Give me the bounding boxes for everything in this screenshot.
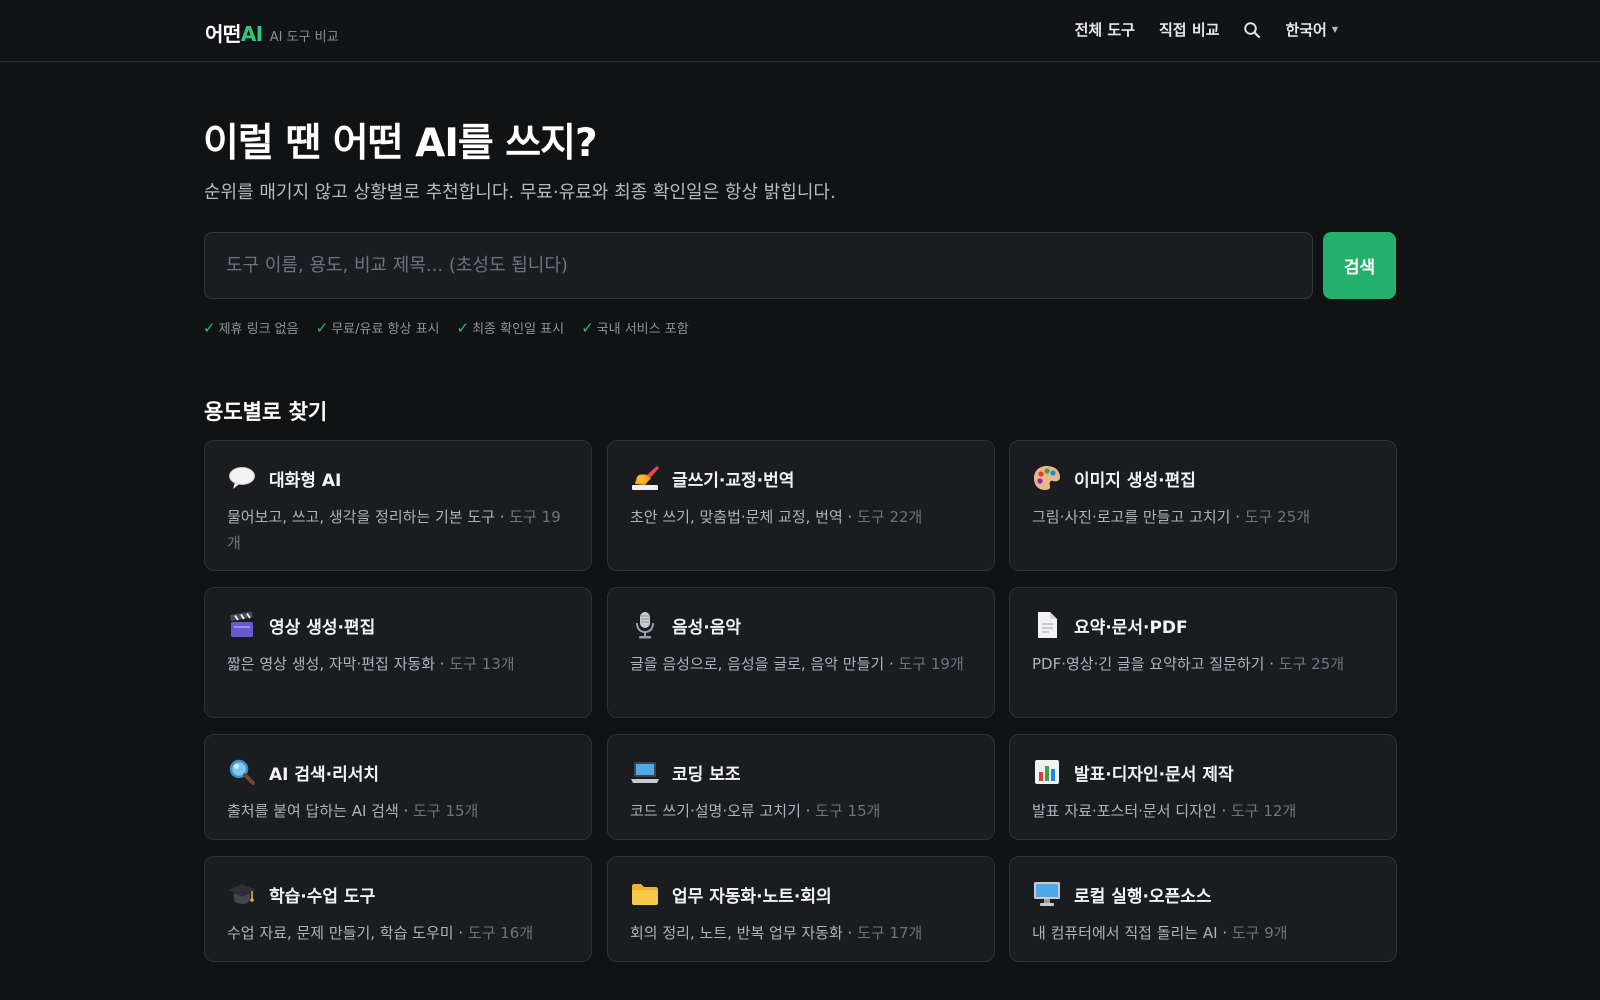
tool-count: 도구 9개 bbox=[1231, 924, 1288, 942]
category-description: 물어보고, 쓰고, 생각을 정리하는 기본 도구 · 도구 19개 bbox=[227, 508, 561, 552]
category-title: AI 검색·리서치 bbox=[269, 764, 380, 785]
section-title: 용도별로 찾기 bbox=[204, 400, 328, 424]
category-card-coding[interactable]: 코딩 보조 코드 쓰기·설명·오류 고치기 · 도구 15개 bbox=[607, 734, 995, 840]
document-icon bbox=[1032, 610, 1062, 640]
search-icon[interactable] bbox=[1243, 21, 1261, 39]
category-title: 대화형 AI bbox=[269, 470, 342, 491]
tool-count: 도구 25개 bbox=[1278, 655, 1345, 673]
tool-count: 도구 15개 bbox=[413, 802, 479, 820]
tool-count: 도구 25개 bbox=[1244, 508, 1311, 526]
top-navbar: 어떤AI AI 도구 비교 전체 도구 직접 비교 한국어 ▼ bbox=[0, 0, 1600, 62]
writing-hand-icon bbox=[630, 463, 660, 493]
trust-badge: ✓ 최종 확인일 표시 bbox=[456, 318, 565, 338]
language-label: 한국어 bbox=[1285, 21, 1327, 39]
category-description: 회의 정리, 노트, 반복 업무 자동화 · 도구 17개 bbox=[630, 924, 923, 942]
trust-badge: ✓ 무료/유료 항상 표시 bbox=[315, 318, 440, 338]
category-card-summary[interactable]: 요약·문서·PDF PDF·영상·긴 글을 요약하고 질문하기 · 도구 25개 bbox=[1009, 587, 1397, 718]
tool-count: 도구 22개 bbox=[857, 508, 923, 526]
category-description: 발표 자료·포스터·문서 디자인 · 도구 12개 bbox=[1032, 802, 1297, 820]
nav-all-tools[interactable]: 전체 도구 bbox=[1075, 19, 1135, 40]
graduation-cap-icon bbox=[227, 879, 257, 909]
category-card-writing[interactable]: 글쓰기·교정·번역 초안 쓰기, 맞춤법·문체 교정, 번역 · 도구 22개 bbox=[607, 440, 995, 571]
trust-badge: ✓ 제휴 링크 없음 bbox=[203, 318, 299, 338]
bar-chart-icon bbox=[1032, 757, 1062, 787]
search-input[interactable] bbox=[205, 233, 1312, 298]
logo-subtitle: AI 도구 비교 bbox=[269, 30, 339, 45]
category-title: 글쓰기·교정·번역 bbox=[672, 470, 795, 491]
tool-count: 도구 13개 bbox=[449, 655, 515, 673]
category-title: 코딩 보조 bbox=[672, 764, 741, 785]
page-title: 이럴 땐 어떤 AI를 쓰지? bbox=[203, 121, 598, 166]
category-card-automation[interactable]: 업무 자동화·노트·회의 회의 정리, 노트, 반복 업무 자동화 · 도구 1… bbox=[607, 856, 995, 962]
category-description: 짧은 영상 생성, 자막·편집 자동화 · 도구 13개 bbox=[227, 655, 515, 673]
nav-compare[interactable]: 직접 비교 bbox=[1159, 19, 1219, 40]
palette-icon bbox=[1032, 463, 1062, 493]
category-title: 요약·문서·PDF bbox=[1074, 617, 1188, 638]
page-subtitle: 순위를 매기지 않고 상황별로 추천합니다. 무료·유료와 최종 확인일은 항상… bbox=[204, 182, 836, 203]
check-icon: ✓ bbox=[456, 318, 470, 337]
category-title: 학습·수업 도구 bbox=[269, 886, 376, 907]
trust-badge: ✓ 국내 서비스 포함 bbox=[581, 318, 689, 338]
speech-bubble-icon bbox=[227, 463, 257, 493]
search-box bbox=[204, 232, 1313, 299]
tool-count: 도구 12개 bbox=[1231, 802, 1297, 820]
category-description: PDF·영상·긴 글을 요약하고 질문하기 · 도구 25개 bbox=[1032, 655, 1345, 673]
magnifier-icon bbox=[227, 757, 257, 787]
category-card-search[interactable]: AI 검색·리서치 출처를 붙여 답하는 AI 검색 · 도구 15개 bbox=[204, 734, 592, 840]
language-selector[interactable]: 한국어 ▼ bbox=[1285, 19, 1338, 40]
category-description: 그림·사진·로고를 만들고 고치기 · 도구 25개 bbox=[1032, 508, 1311, 526]
category-card-audio[interactable]: 음성·음악 글을 음성으로, 음성을 글로, 음악 만들기 · 도구 19개 bbox=[607, 587, 995, 718]
tool-count: 도구 15개 bbox=[815, 802, 881, 820]
category-title: 로컬 실행·오픈소스 bbox=[1074, 886, 1212, 907]
category-description: 내 컴퓨터에서 직접 돌리는 AI · 도구 9개 bbox=[1032, 924, 1288, 942]
tool-count: 도구 17개 bbox=[857, 924, 923, 942]
category-description: 글을 음성으로, 음성을 글로, 음악 만들기 · 도구 19개 bbox=[630, 655, 964, 673]
category-card-video[interactable]: 영상 생성·편집 짧은 영상 생성, 자막·편집 자동화 · 도구 13개 bbox=[204, 587, 592, 718]
category-description: 출처를 붙여 답하는 AI 검색 · 도구 15개 bbox=[227, 802, 479, 820]
caret-down-icon: ▼ bbox=[1331, 25, 1338, 34]
tool-count: 도구 19개 bbox=[898, 655, 964, 673]
folder-icon bbox=[630, 879, 660, 909]
main-nav: 전체 도구 직접 비교 한국어 ▼ bbox=[1075, 19, 1338, 40]
category-card-presentation[interactable]: 발표·디자인·문서 제작 발표 자료·포스터·문서 디자인 · 도구 12개 bbox=[1009, 734, 1397, 840]
category-description: 초안 쓰기, 맞춤법·문체 교정, 번역 · 도구 22개 bbox=[630, 508, 923, 526]
clapperboard-icon bbox=[227, 610, 257, 640]
site-logo[interactable]: 어떤AI AI 도구 비교 bbox=[205, 18, 339, 47]
category-card-image[interactable]: 이미지 생성·편집 그림·사진·로고를 만들고 고치기 · 도구 25개 bbox=[1009, 440, 1397, 571]
microphone-icon bbox=[630, 610, 660, 640]
category-description: 코드 쓰기·설명·오류 고치기 · 도구 15개 bbox=[630, 802, 881, 820]
category-card-learning[interactable]: 학습·수업 도구 수업 자료, 문제 만들기, 학습 도우미 · 도구 16개 bbox=[204, 856, 592, 962]
trust-badges: ✓ 제휴 링크 없음 ✓ 무료/유료 항상 표시 ✓ 최종 확인일 표시 ✓ 국내 서비… bbox=[203, 318, 689, 338]
category-title: 음성·음악 bbox=[672, 617, 742, 638]
category-title: 업무 자동화·노트·회의 bbox=[672, 886, 832, 907]
category-title: 이미지 생성·편집 bbox=[1074, 470, 1196, 491]
category-description: 수업 자료, 문제 만들기, 학습 도우미 · 도구 16개 bbox=[227, 924, 534, 942]
category-title: 영상 생성·편집 bbox=[269, 617, 376, 638]
category-title: 발표·디자인·문서 제작 bbox=[1074, 764, 1234, 785]
desktop-computer-icon bbox=[1032, 879, 1062, 909]
check-icon: ✓ bbox=[203, 318, 216, 337]
search-button[interactable]: 검색 bbox=[1323, 232, 1396, 299]
check-icon: ✓ bbox=[315, 318, 329, 337]
check-icon: ✓ bbox=[581, 318, 594, 337]
logo-text: 어떤AI bbox=[205, 22, 263, 46]
category-card-chat-ai[interactable]: 대화형 AI 물어보고, 쓰고, 생각을 정리하는 기본 도구 · 도구 19개 bbox=[204, 440, 592, 571]
laptop-icon bbox=[630, 757, 660, 787]
tool-count: 도구 16개 bbox=[467, 924, 534, 942]
category-card-local[interactable]: 로컬 실행·오픈소스 내 컴퓨터에서 직접 돌리는 AI · 도구 9개 bbox=[1009, 856, 1397, 962]
